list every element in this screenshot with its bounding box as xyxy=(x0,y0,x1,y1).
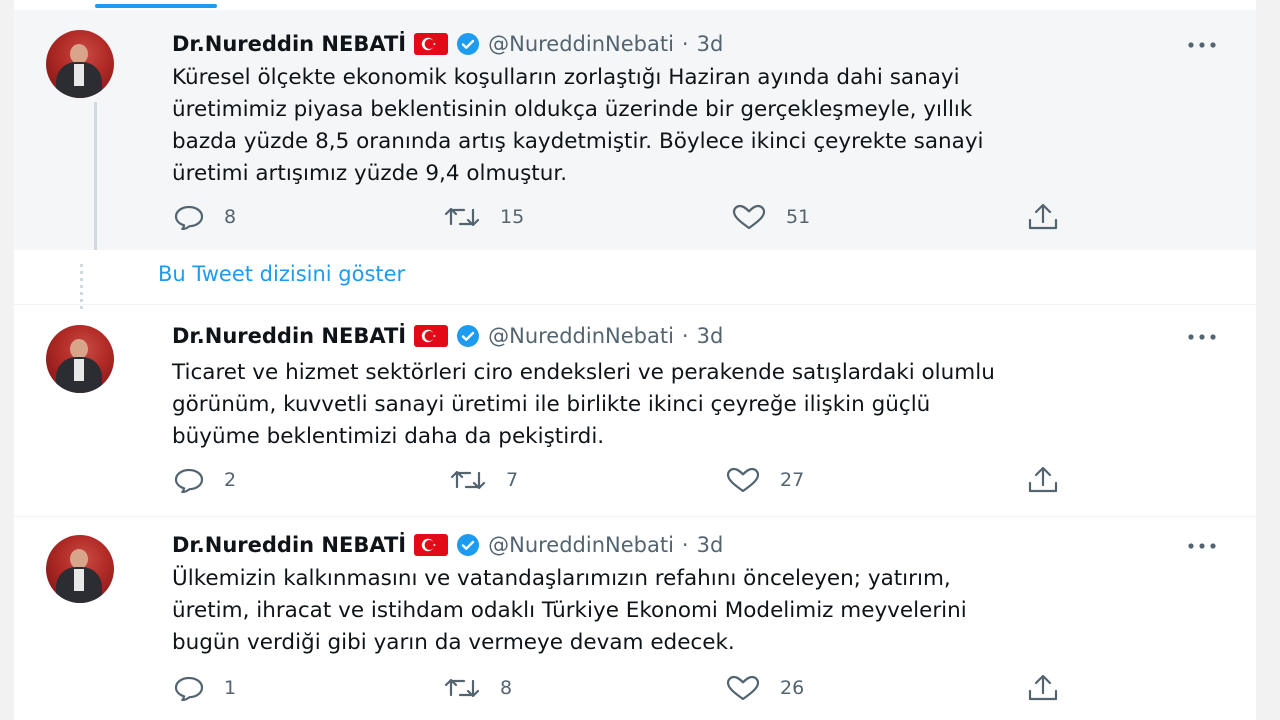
like-button[interactable]: 26 xyxy=(724,673,804,703)
share-button[interactable] xyxy=(1026,202,1060,232)
tweet-2[interactable]: Dr.Nureddin NEBATİ @NureddinNebati · 3d … xyxy=(14,305,1256,515)
verified-badge-icon xyxy=(456,533,480,557)
tweet-actions: 2 7 27 xyxy=(172,465,1072,495)
separator-dot: · xyxy=(681,533,689,557)
timestamp[interactable]: 3d xyxy=(697,533,724,557)
author-name[interactable]: Dr.Nureddin NEBATİ xyxy=(172,32,406,56)
tweet-text: Küresel ölçekte ekonomik koşulların zorl… xyxy=(172,62,1232,190)
like-button[interactable]: 27 xyxy=(724,465,804,495)
tweet-text-line: büyüme beklentimizi daha da pekiştirdi. xyxy=(172,424,605,449)
heart-icon xyxy=(730,204,768,230)
avatar[interactable] xyxy=(46,325,114,393)
tweet-1[interactable]: Dr.Nureddin NEBATİ @NureddinNebati · 3d … xyxy=(14,10,1256,250)
share-icon xyxy=(1026,466,1060,494)
reply-icon xyxy=(172,675,206,701)
retweet-count: 8 xyxy=(500,677,513,699)
author-name[interactable]: Dr.Nureddin NEBATİ xyxy=(172,533,406,557)
separator-dot: · xyxy=(681,32,689,56)
retweet-count: 15 xyxy=(500,206,525,228)
show-thread-link[interactable]: Bu Tweet dizisini göster xyxy=(158,262,405,286)
tweet-text-line: bugün verdiği gibi yarın da vermeye deva… xyxy=(172,630,735,655)
turkey-flag-icon xyxy=(414,325,449,347)
retweet-icon xyxy=(442,675,482,701)
turkey-flag-icon xyxy=(414,534,449,556)
reply-button[interactable]: 2 xyxy=(172,465,236,495)
tweet-text-line: üretimi artışımız yüzde 9,4 olmuştur. xyxy=(172,161,568,186)
author-name[interactable]: Dr.Nureddin NEBATİ xyxy=(172,324,406,348)
tweet-text: Ülkemizin kalkınmasını ve vatandaşlarımı… xyxy=(172,563,1232,659)
tweet-text-line: Ticaret ve hizmet sektörleri ciro endeks… xyxy=(172,360,995,385)
like-count: 26 xyxy=(780,677,805,699)
tweet-text: Ticaret ve hizmet sektörleri ciro endeks… xyxy=(172,357,1232,453)
tweet-header: Dr.Nureddin NEBATİ @NureddinNebati · 3d xyxy=(172,29,723,59)
tweet-header: Dr.Nureddin NEBATİ @NureddinNebati · 3d xyxy=(172,530,723,560)
thread-line xyxy=(94,102,97,250)
tweet-text-line: üretim, ihracat ve istihdam odaklı Türki… xyxy=(172,598,967,623)
author-handle[interactable]: @NureddinNebati xyxy=(488,32,674,56)
heart-icon xyxy=(724,675,762,701)
retweet-button[interactable]: 15 xyxy=(442,202,524,232)
share-button[interactable] xyxy=(1026,673,1060,703)
retweet-icon xyxy=(448,467,488,493)
timestamp[interactable]: 3d xyxy=(697,324,724,348)
verified-badge-icon xyxy=(456,324,480,348)
avatar[interactable] xyxy=(46,30,114,98)
retweet-icon xyxy=(442,204,482,230)
left-frame xyxy=(0,0,14,720)
reply-count: 8 xyxy=(224,206,237,228)
like-count: 27 xyxy=(780,469,805,491)
like-count: 51 xyxy=(786,206,811,228)
like-button[interactable]: 51 xyxy=(730,202,810,232)
reply-button[interactable]: 8 xyxy=(172,202,236,232)
retweet-count: 7 xyxy=(506,469,519,491)
share-icon xyxy=(1026,674,1060,702)
turkey-flag-icon xyxy=(414,33,449,55)
verified-badge-icon xyxy=(456,32,480,56)
retweet-button[interactable]: 7 xyxy=(448,465,518,495)
tweet-text-line: bazda yüzde 8,5 oranında artış kaydetmiş… xyxy=(172,129,984,154)
tweet-text-line: Küresel ölçekte ekonomik koşulların zorl… xyxy=(172,65,960,90)
tweet-text-line: görünüm, kuvvetli sanayi üretimi ile bir… xyxy=(172,392,931,417)
avatar[interactable] xyxy=(46,535,114,603)
more-options-icon[interactable] xyxy=(1184,536,1220,556)
timestamp[interactable]: 3d xyxy=(697,32,724,56)
tweet-actions: 1 8 26 xyxy=(172,673,1072,703)
share-button[interactable] xyxy=(1026,465,1060,495)
reply-count: 1 xyxy=(224,677,237,699)
tweet-text-line: Ülkemizin kalkınmasını ve vatandaşlarımı… xyxy=(172,566,951,591)
author-handle[interactable]: @NureddinNebati xyxy=(488,533,674,557)
share-icon xyxy=(1026,203,1060,231)
tweet-header: Dr.Nureddin NEBATİ @NureddinNebati · 3d xyxy=(172,321,723,351)
tweet-3[interactable]: Dr.Nureddin NEBATİ @NureddinNebati · 3d … xyxy=(14,517,1256,720)
tweet-actions: 8 15 51 xyxy=(172,202,1072,232)
retweet-button[interactable]: 8 xyxy=(442,673,512,703)
reply-button[interactable]: 1 xyxy=(172,673,236,703)
separator-dot: · xyxy=(681,324,689,348)
reply-icon xyxy=(172,204,206,230)
tweet-text-line: üretimimiz piyasa beklentisinin oldukça … xyxy=(172,97,973,122)
reply-icon xyxy=(172,467,206,493)
author-handle[interactable]: @NureddinNebati xyxy=(488,324,674,348)
heart-icon xyxy=(724,467,762,493)
more-options-icon[interactable] xyxy=(1184,35,1220,55)
tab-indicator xyxy=(95,4,217,8)
right-frame xyxy=(1256,0,1280,720)
more-options-icon[interactable] xyxy=(1184,327,1220,347)
reply-count: 2 xyxy=(224,469,237,491)
